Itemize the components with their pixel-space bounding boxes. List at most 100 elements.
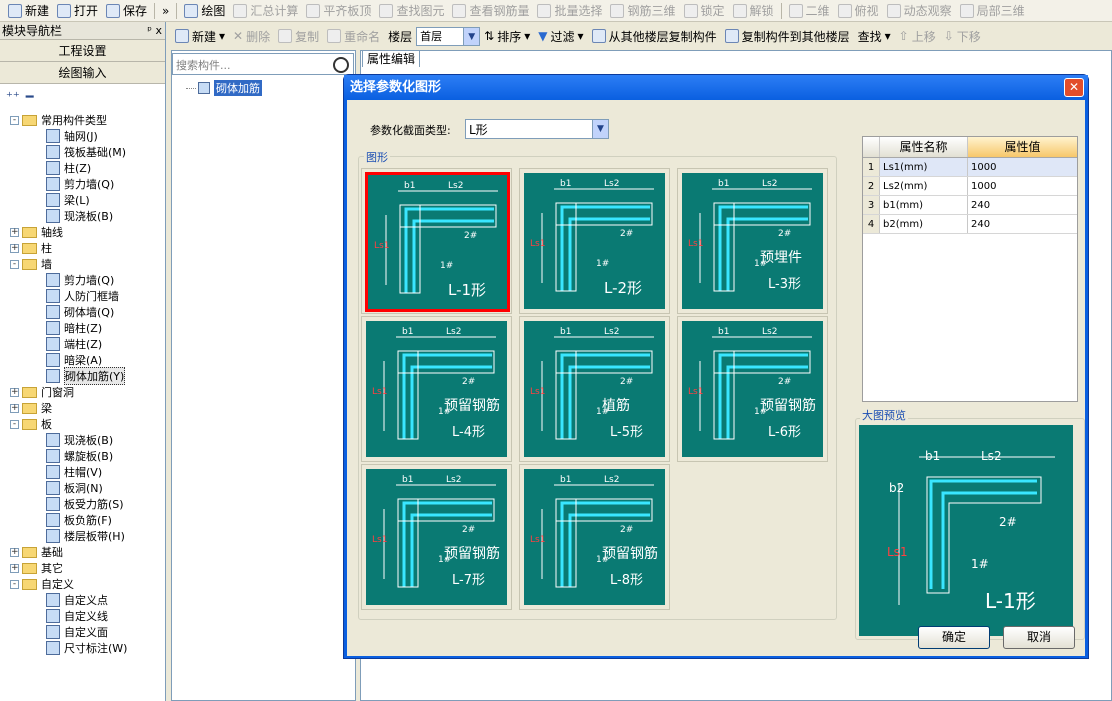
cancel-button[interactable]: 取消 — [1003, 626, 1075, 649]
toolbar-button-0[interactable]: 新建 — [4, 1, 53, 21]
toolbar-button-9[interactable]: 批量选择 — [533, 1, 606, 21]
tree-item[interactable]: 板负筋(F) — [0, 512, 165, 528]
expand-toggle-icon[interactable]: + — [10, 563, 19, 573]
search-icon[interactable] — [333, 57, 349, 73]
tree-item[interactable]: - 常用构件类型 — [0, 112, 165, 128]
toolbar-button-13[interactable]: 二维 — [785, 1, 834, 21]
tree-item[interactable]: 自定义面 — [0, 624, 165, 640]
tree-item[interactable]: 砌体加筋(Y) — [0, 367, 165, 385]
tree-item[interactable]: + 基础 — [0, 544, 165, 560]
tree-item[interactable]: + 其它 — [0, 560, 165, 576]
copy-button[interactable]: 复制 — [274, 26, 323, 46]
tree-item[interactable]: 自定义点 — [0, 592, 165, 608]
tree-item[interactable]: 砌体墙(Q) — [0, 304, 165, 320]
row-value[interactable]: 1000 — [968, 177, 1077, 195]
tree-item[interactable]: 板受力筋(S) — [0, 496, 165, 512]
shape-option-4[interactable]: b1 Ls2 Ls1 2# 1# 预留钢筋 L-4形 — [361, 316, 512, 462]
tree-item[interactable]: -板 — [0, 416, 165, 432]
delete-button[interactable]: ✕ 删除 — [229, 26, 274, 46]
nav-pin-close[interactable]: ᵖ x — [147, 24, 165, 37]
shape-option-3[interactable]: b1 Ls2 Ls1 2# 1# 预埋件 L-3形 — [677, 168, 828, 314]
tree-item[interactable]: 现浇板(B) — [0, 432, 165, 448]
toolbar-button-12[interactable]: 解锁 — [729, 1, 778, 21]
new-button[interactable]: 新建 ▾ — [171, 26, 229, 46]
sort-button[interactable]: ⇅ 排序 ▾ — [480, 26, 534, 46]
tree-item[interactable]: - 自定义 — [0, 576, 165, 592]
tree-item[interactable]: 暗柱(Z) — [0, 320, 165, 336]
tree-item[interactable]: 楼层板带(H) — [0, 528, 165, 544]
tree-item[interactable]: 板洞(N) — [0, 480, 165, 496]
row-value[interactable]: 1000 — [968, 158, 1077, 176]
expand-toggle-icon[interactable]: - — [10, 579, 19, 589]
toolbar-button-5[interactable]: 汇总计算 — [229, 1, 302, 21]
expand-toggle-icon[interactable]: - — [10, 115, 19, 125]
table-row[interactable]: 4 b2(mm) 240 — [863, 215, 1077, 234]
tree-item[interactable]: 剪力墙(Q) — [0, 176, 165, 192]
component-item[interactable]: 砌体加筋 — [186, 80, 262, 96]
shape-option-7[interactable]: b1 Ls2 Ls1 2# 1# 预留钢筋 L-7形 — [361, 464, 512, 610]
toolbar-button-7[interactable]: 查找图元 — [375, 1, 448, 21]
expand-toggle-icon[interactable]: + — [10, 227, 19, 237]
tree-item[interactable]: -墙 — [0, 256, 165, 272]
tree-item[interactable]: 梁(L) — [0, 192, 165, 208]
shape-option-5[interactable]: b1 Ls2 Ls1 2# 1# 植筋 L-5形 — [519, 316, 670, 462]
floor-select[interactable]: 首层 ▼ — [416, 26, 481, 46]
table-row[interactable]: 3 b1(mm) 240 — [863, 196, 1077, 215]
tree-item[interactable]: 尺寸标注(W) — [0, 640, 165, 656]
toolbar-button-11[interactable]: 锁定 — [680, 1, 729, 21]
expand-toggle-icon[interactable]: - — [10, 419, 19, 429]
tree-item[interactable]: 人防门框墙 — [0, 288, 165, 304]
copy-from-floor-button[interactable]: 从其他楼层复制构件 — [588, 26, 721, 46]
collapse-all-icon[interactable]: ━ — [26, 90, 34, 105]
search-input[interactable]: 搜索构件... — [172, 53, 354, 75]
expand-toggle-icon[interactable]: + — [10, 403, 19, 413]
toolbar-button-3[interactable]: » — [158, 1, 173, 21]
close-button[interactable]: ✕ — [1064, 78, 1084, 97]
toolbar-button-16[interactable]: 局部三维 — [956, 1, 1029, 21]
toolbar-button-6[interactable]: 平齐板顶 — [302, 1, 375, 21]
shape-option-8[interactable]: b1 Ls2 Ls1 2# 1# 预留钢筋 L-8形 — [519, 464, 670, 610]
section-type-select[interactable]: L形 ▼ — [465, 119, 609, 139]
tree-item[interactable]: + 轴线 — [0, 224, 165, 240]
expand-toggle-icon[interactable]: + — [10, 547, 19, 557]
toolbar-button-1[interactable]: 打开 — [53, 1, 102, 21]
expand-toggle-icon[interactable]: + — [10, 243, 19, 253]
copy-to-floor-button[interactable]: 复制构件到其他楼层 — [721, 26, 854, 46]
rename-button[interactable]: 重命名 — [323, 26, 384, 46]
filter-button[interactable]: ▼ 过滤 ▾ — [534, 26, 587, 46]
tree-item[interactable]: 端柱(Z) — [0, 336, 165, 352]
tree-item[interactable]: 螺旋板(B) — [0, 448, 165, 464]
tree-item[interactable]: 柱帽(V) — [0, 464, 165, 480]
toolbar-button-14[interactable]: 俯视 — [834, 1, 883, 21]
ok-button[interactable]: 确定 — [918, 626, 990, 649]
drawing-input-button[interactable]: 绘图输入 — [0, 62, 165, 84]
shape-option-2[interactable]: b1 Ls2 Ls1 2# 1# L-2形 — [519, 168, 670, 314]
table-row[interactable]: 2 Ls2(mm) 1000 — [863, 177, 1077, 196]
toolbar-button-8[interactable]: 查看钢筋量 — [448, 1, 533, 21]
toolbar-button-4[interactable]: 绘图 — [180, 1, 229, 21]
tree-item[interactable]: + 柱 — [0, 240, 165, 256]
shape-option-6[interactable]: b1 Ls2 Ls1 2# 1# 预留钢筋 L-6形 — [677, 316, 828, 462]
row-value[interactable]: 240 — [968, 215, 1077, 233]
tree-item[interactable]: + 梁 — [0, 400, 165, 416]
row-value[interactable]: 240 — [968, 196, 1077, 214]
table-row[interactable]: 1 Ls1(mm) 1000 — [863, 158, 1077, 177]
expand-toggle-icon[interactable]: - — [10, 259, 19, 269]
tree-item[interactable]: 筏板基础(M) — [0, 144, 165, 160]
expand-all-icon[interactable]: ⁺⁺ — [6, 90, 20, 105]
tree-item[interactable]: 暗梁(A) — [0, 352, 165, 368]
toolbar-button-2[interactable]: 保存 — [102, 1, 151, 21]
shape-option-1[interactable]: b1 Ls2 Ls1 2# 1# L-1形 — [361, 168, 512, 314]
toolbar-button-15[interactable]: 动态观察 — [883, 1, 956, 21]
move-down-button[interactable]: ⇩ 下移 — [940, 26, 985, 46]
tab-property-edit[interactable]: 属性编辑 — [362, 50, 420, 67]
project-settings-button[interactable]: 工程设置 — [0, 40, 165, 62]
tree-item[interactable]: 柱(Z) — [0, 160, 165, 176]
tree-item[interactable]: 轴网(J) — [0, 128, 165, 144]
tree-item[interactable]: 自定义线 — [0, 608, 165, 624]
tree-item[interactable]: 现浇板(B) — [0, 208, 165, 224]
find-button[interactable]: 查找 ▾ — [854, 26, 895, 46]
tree-item[interactable]: 剪力墙(Q) — [0, 272, 165, 288]
move-up-button[interactable]: ⇧ 上移 — [895, 26, 940, 46]
tree-item[interactable]: + 门窗洞 — [0, 384, 165, 400]
